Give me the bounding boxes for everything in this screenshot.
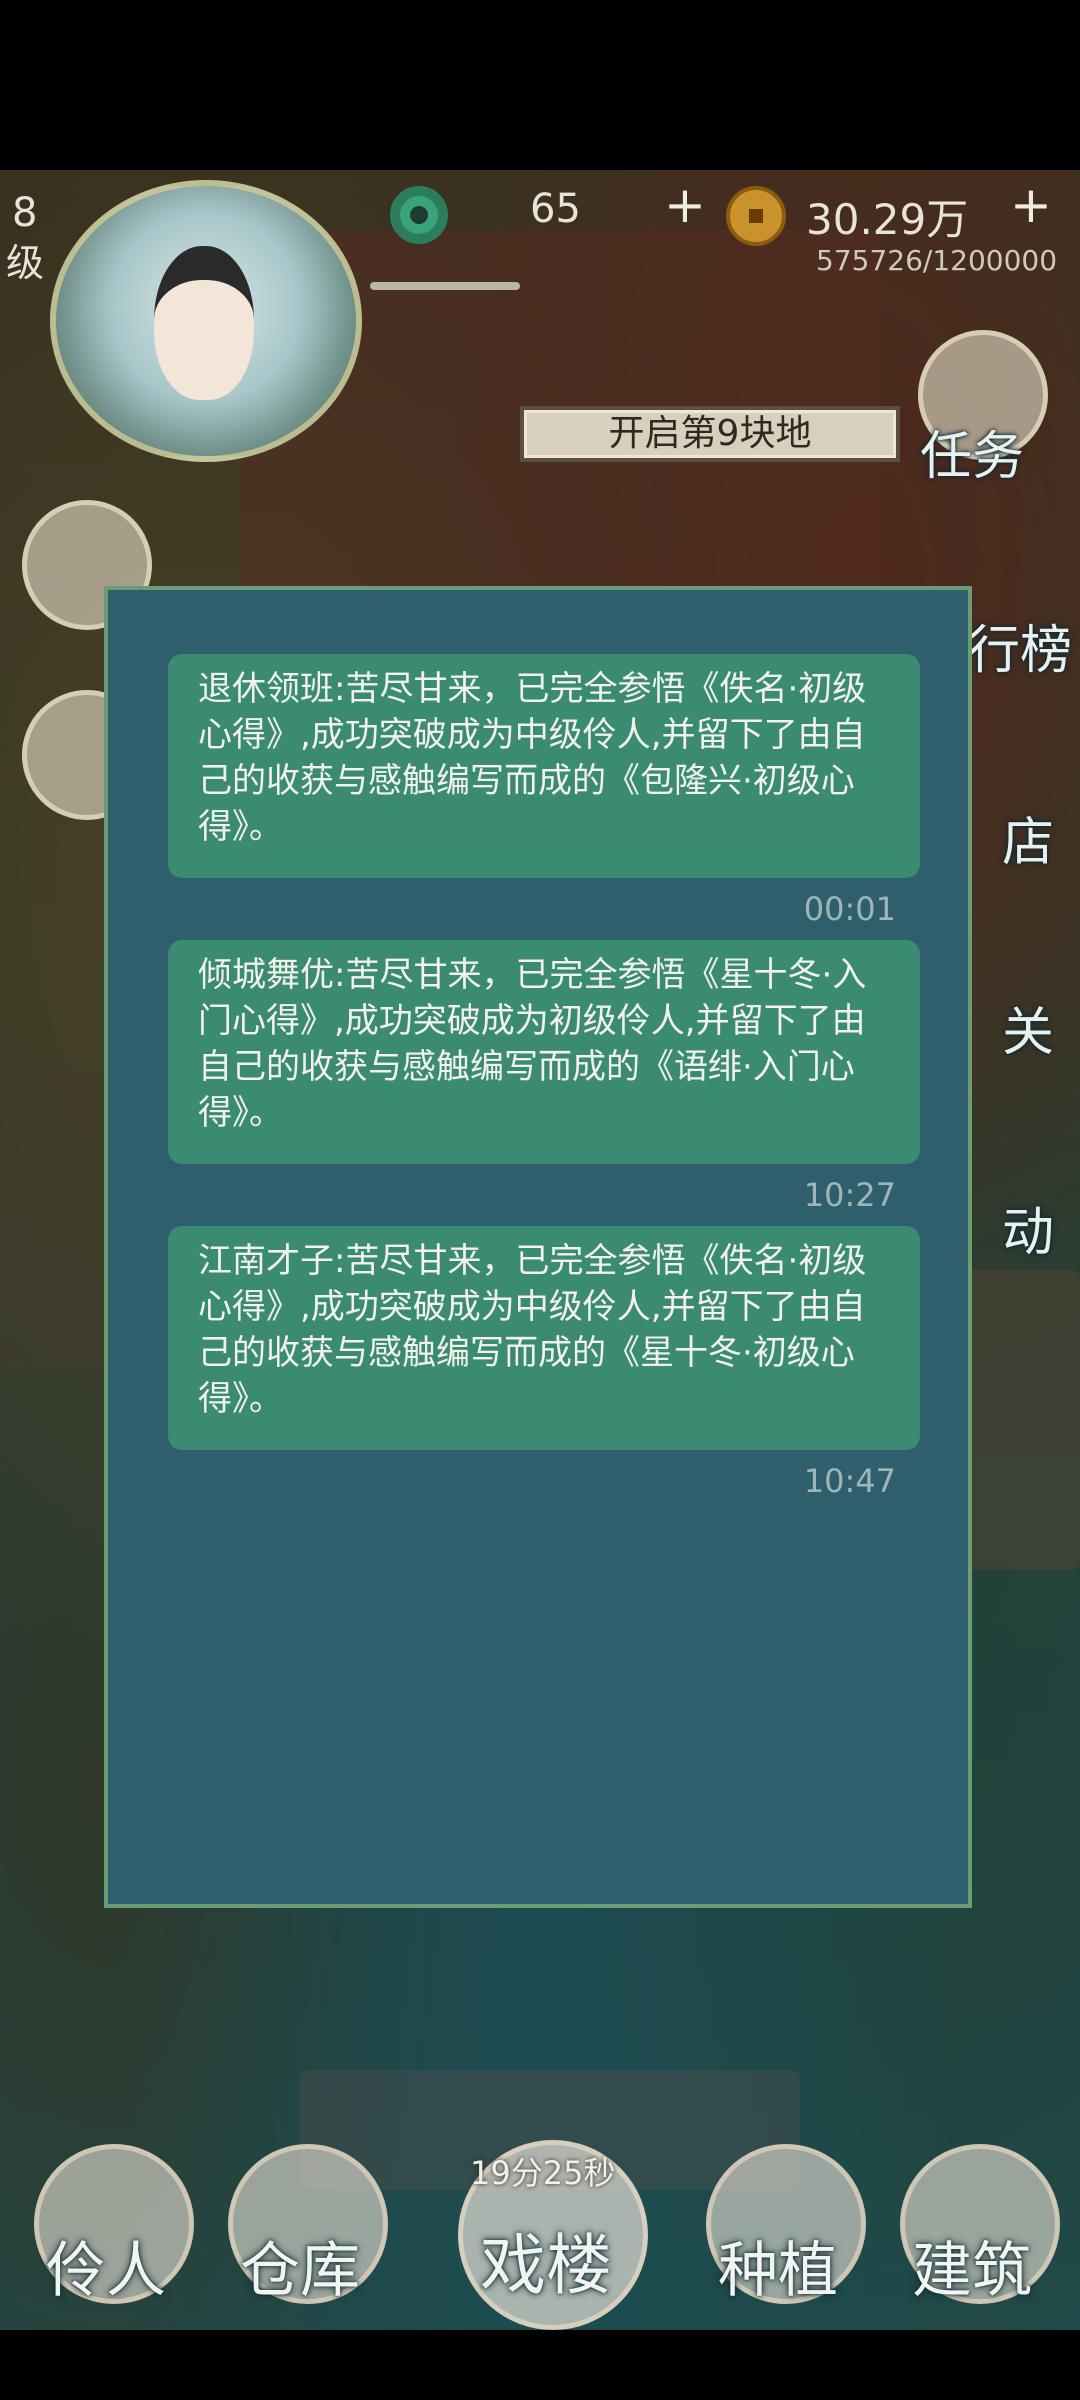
bottom-nav-theater[interactable]: 戏楼 <box>480 2212 612 2308</box>
side-menu-shop[interactable]: 店 <box>1002 800 1054 875</box>
jade-currency-icon <box>390 186 448 244</box>
message-log-panel[interactable]: 退休领班:苦尽甘来，已完全参悟《佚名·初级心得》,成功突破成为中级伶人,并留下了… <box>104 586 972 1908</box>
message-timestamp: 10:27 <box>803 1176 896 1214</box>
side-menu-level[interactable]: 关 <box>1002 990 1054 1065</box>
side-menu-task[interactable]: 任务 <box>920 414 1024 489</box>
unlock-land-banner[interactable]: 开启第9块地 <box>520 406 900 462</box>
bottom-nav-actors[interactable]: 伶人 <box>46 2222 166 2309</box>
bottom-nav-build[interactable]: 建筑 <box>912 2222 1032 2309</box>
avatar-face <box>154 246 254 400</box>
jade-count: 65 <box>530 186 581 232</box>
side-menu-ranking[interactable]: 行榜 <box>968 608 1072 683</box>
bottom-nav-plant[interactable]: 种植 <box>718 2222 838 2309</box>
system-nav-bar <box>0 2330 1080 2400</box>
experience-text: 575726/1200000 <box>816 244 1058 277</box>
message-timestamp: 00:01 <box>803 890 896 928</box>
message-bubble: 倾城舞优:苦尽甘来，已完全参悟《星十冬·入门心得》,成功突破成为初级伶人,并留下… <box>168 940 920 1164</box>
add-coin-button[interactable]: + <box>1010 176 1052 234</box>
add-jade-button[interactable]: + <box>664 176 706 234</box>
bottom-nav-warehouse[interactable]: 仓库 <box>240 2222 360 2309</box>
player-level-number: 8 <box>12 190 38 236</box>
coin-currency-icon <box>726 186 786 246</box>
experience-bar <box>370 282 520 290</box>
player-avatar[interactable] <box>50 180 362 462</box>
theater-timer: 19分25秒 <box>470 2154 616 2192</box>
message-bubble: 江南才子:苦尽甘来，已完全参悟《佚名·初级心得》,成功突破成为中级伶人,并留下了… <box>168 1226 920 1450</box>
player-level-label: 级 <box>6 241 45 285</box>
status-bar <box>0 0 1080 170</box>
side-menu-event[interactable]: 动 <box>1002 1190 1054 1265</box>
message-bubble: 退休领班:苦尽甘来，已完全参悟《佚名·初级心得》,成功突破成为中级伶人,并留下了… <box>168 654 920 878</box>
coin-count: 30.29万 <box>806 195 969 244</box>
message-timestamp: 10:47 <box>803 1462 896 1500</box>
